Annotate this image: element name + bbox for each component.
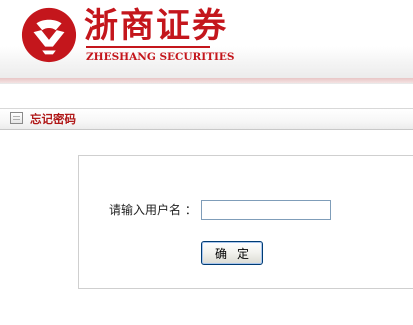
document-icon xyxy=(10,112,23,124)
brand-name-cn: 浙商证券 xyxy=(84,6,228,46)
page: 浙商证券 ZHESHANG SECURITIES 忘记密码 请输入用户名 ： 确… xyxy=(0,0,413,325)
confirm-button[interactable]: 确定 xyxy=(201,241,263,265)
username-input[interactable] xyxy=(201,200,331,220)
section-title: 忘记密码 xyxy=(30,112,76,126)
header-stripe xyxy=(0,78,413,83)
form-panel xyxy=(78,155,413,289)
brand-name-en: ZHESHANG SECURITIES xyxy=(86,51,235,63)
section-bar: 忘记密码 xyxy=(0,108,413,130)
brand-divider xyxy=(86,46,210,48)
header: 浙商证券 ZHESHANG SECURITIES xyxy=(0,0,413,84)
logo-icon xyxy=(21,7,77,63)
username-label: 请输入用户名 ： xyxy=(109,203,197,217)
